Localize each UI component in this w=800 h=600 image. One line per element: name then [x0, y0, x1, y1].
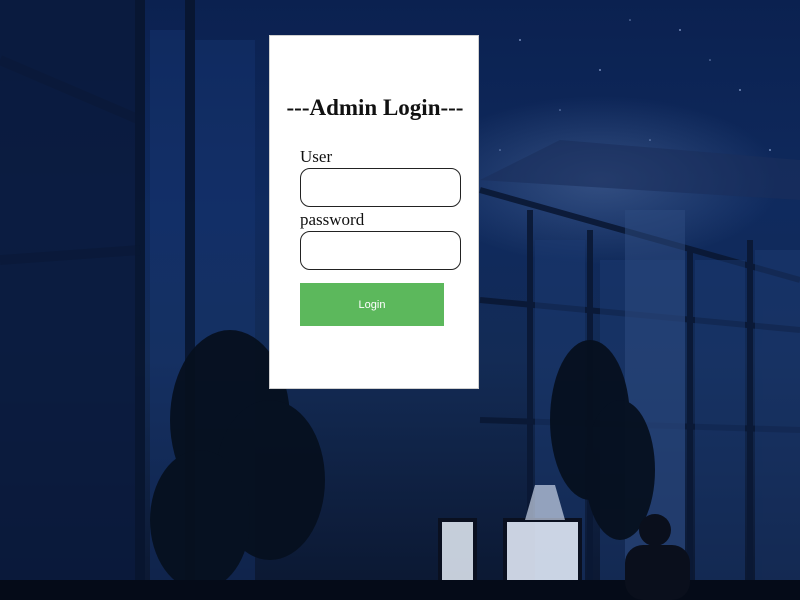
login-card: ---Admin Login--- User password Login [269, 35, 479, 389]
login-title: ---Admin Login--- [286, 95, 464, 120]
login-button[interactable]: Login [300, 283, 444, 326]
user-label: User [300, 147, 333, 166]
user-input[interactable] [300, 168, 461, 207]
password-input[interactable] [300, 231, 461, 270]
password-label: password [300, 210, 365, 229]
